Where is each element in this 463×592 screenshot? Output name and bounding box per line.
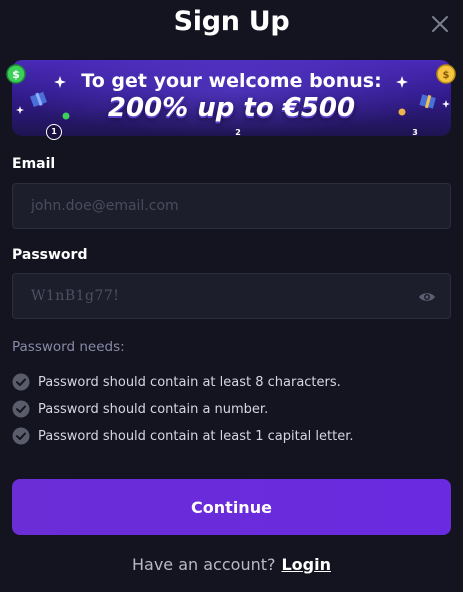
show-password-button[interactable] (418, 288, 436, 306)
welcome-bonus-banner: $ $ To get your welcome bonus: 200% up t… (6, 60, 456, 140)
password-label: Password (12, 247, 88, 263)
requirement-text: Password should contain a number. (38, 401, 269, 417)
continue-button[interactable]: Continue (12, 479, 451, 535)
banner-bonus-amount: 200% up to €500 (107, 93, 356, 123)
eye-icon (419, 293, 435, 301)
step-indicator-2: 2 (235, 128, 241, 137)
password-field-wrapper[interactable]: W1nB1g77! (12, 273, 451, 319)
email-input[interactable] (13, 184, 450, 228)
step-indicator-3: 3 (412, 128, 418, 137)
check-circle-icon (12, 373, 30, 391)
email-field-wrapper (12, 183, 451, 229)
requirement-text: Password should contain at least 1 capit… (38, 428, 354, 444)
banner-headline: To get your welcome bonus: (81, 70, 382, 92)
signup-modal: Sign Up $ $ To get your welcome bonus: 2… (0, 0, 463, 592)
requirement-item: Password should contain at least 1 capit… (12, 426, 354, 446)
modal-title: Sign Up (173, 6, 290, 37)
check-circle-icon (12, 427, 30, 445)
login-link[interactable]: Login (281, 555, 331, 574)
login-prompt: Have an account? Login (0, 555, 463, 574)
check-circle-icon (12, 400, 30, 418)
close-button[interactable] (428, 12, 452, 36)
password-requirements-title: Password needs: (12, 339, 125, 355)
password-input[interactable]: W1nB1g77! (31, 288, 119, 304)
email-label: Email (12, 156, 56, 172)
requirement-item: Password should contain at least 8 chara… (12, 372, 341, 392)
requirement-text: Password should contain at least 8 chara… (38, 374, 341, 390)
requirement-item: Password should contain a number. (12, 399, 268, 419)
step-indicator-1: 1 (46, 124, 62, 140)
close-icon (432, 16, 448, 32)
have-account-text: Have an account? (131, 555, 276, 574)
